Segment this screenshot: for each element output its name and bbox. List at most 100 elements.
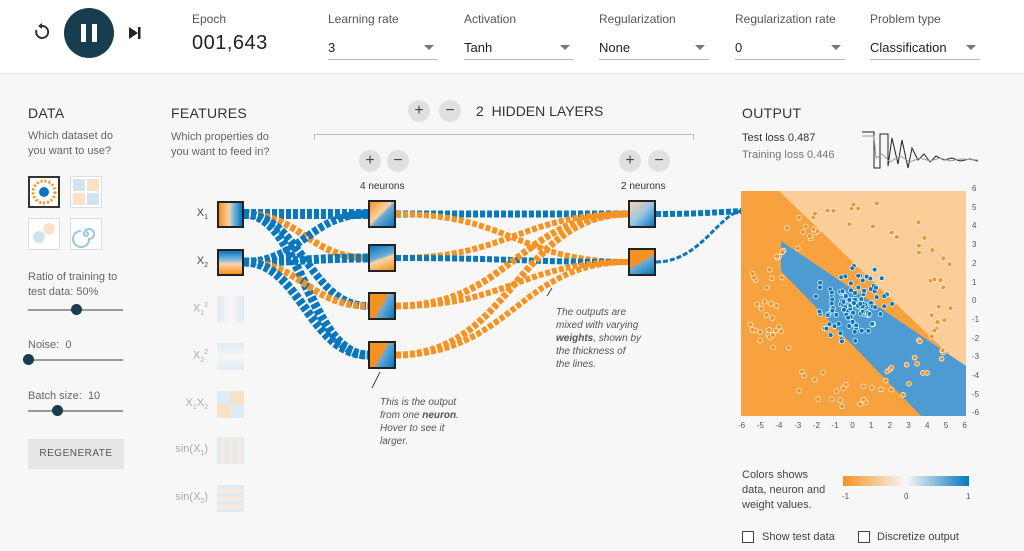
orange-data-point (947, 305, 954, 311)
orange-data-point (941, 317, 948, 323)
training-loss: Training loss 0.446 (742, 148, 835, 163)
test-loss-line (862, 131, 979, 169)
blue-data-point (859, 328, 865, 334)
blue-data-point (841, 307, 847, 313)
orange-data-point (761, 299, 768, 305)
orange-data-point (773, 303, 780, 309)
x-tick-label: -2 (812, 421, 820, 430)
orange-data-point (812, 210, 818, 217)
orange-data-point (931, 327, 938, 334)
output-plot (741, 191, 966, 416)
blue-data-point (866, 311, 873, 317)
orange-data-point (878, 386, 884, 393)
orange-data-point (869, 384, 875, 391)
orange-data-point (888, 386, 894, 393)
blue-data-point (824, 312, 831, 318)
orange-data-point (846, 221, 853, 227)
blue-data-point (828, 300, 835, 307)
orange-data-point (757, 337, 763, 344)
orange-data-point (766, 327, 772, 333)
orange-data-point (778, 274, 785, 281)
blue-data-point (861, 287, 867, 294)
orange-data-point (840, 385, 847, 391)
orange-data-point (917, 338, 923, 345)
orange-data-point (770, 344, 776, 351)
blue-data-point (858, 296, 865, 302)
legend-tick-min: -1 (842, 492, 850, 501)
note2-pointer (546, 287, 553, 297)
neuron-l2-2[interactable] (628, 248, 656, 276)
orange-data-point (774, 253, 780, 260)
discretize-label: Discretize output (877, 531, 959, 543)
note1-pointer (371, 371, 381, 389)
neuron-l1-1[interactable] (368, 200, 396, 228)
neuron-l1-4[interactable] (368, 341, 396, 369)
weights-note: The outputs are mixed with varying weigh… (556, 306, 642, 371)
blue-data-point (848, 287, 854, 294)
orange-data-point (837, 397, 844, 403)
neuron-l1-3[interactable] (368, 292, 396, 320)
legend-tick-max: 1 (966, 492, 971, 501)
blue-data-point (855, 284, 862, 291)
orange-data-point (795, 245, 801, 252)
orange-data-point (889, 229, 895, 236)
orange-data-point (915, 219, 922, 225)
orange-data-point (850, 201, 857, 208)
neuron-l1-2[interactable] (368, 244, 396, 272)
weights-note-bold: weights (556, 333, 594, 344)
orange-data-point (796, 214, 802, 221)
color-legend-text: Colors shows data, neuron and weight val… (742, 469, 826, 511)
blue-data-point (827, 332, 834, 338)
blue-data-point (873, 284, 879, 291)
show-test-data-checkbox[interactable] (742, 531, 754, 543)
blue-data-point (829, 289, 835, 296)
training-loss-line (862, 135, 979, 163)
orange-data-point (769, 315, 776, 321)
blue-data-point (878, 275, 885, 282)
blue-data-point (850, 309, 856, 316)
blue-data-point (849, 319, 856, 325)
orange-data-point (796, 387, 802, 394)
orange-data-point (757, 329, 764, 335)
blue-data-point (826, 321, 833, 327)
blue-data-point (881, 303, 888, 310)
blue-data-point (857, 301, 864, 307)
blue-data-point (836, 321, 842, 327)
blue-data-point (846, 297, 853, 303)
blue-data-point (816, 308, 823, 315)
orange-data-point (937, 277, 944, 283)
orange-data-point (839, 403, 845, 409)
y-tick-label: 6 (972, 184, 977, 193)
orange-data-point (803, 223, 809, 230)
orange-data-point (929, 333, 935, 340)
neuron-note: This is the output from one neuron. Hove… (380, 396, 470, 448)
y-tick-label: 4 (972, 221, 977, 231)
blue-data-point (817, 279, 823, 286)
blue-data-point (849, 265, 855, 272)
blue-data-point (846, 323, 852, 329)
orange-data-point (934, 319, 941, 325)
orange-data-point (874, 200, 880, 207)
blue-data-point (840, 299, 847, 305)
blue-data-point (852, 338, 859, 344)
discretize-checkbox[interactable] (858, 531, 870, 543)
neuron-l2-1[interactable] (628, 200, 656, 228)
orange-data-point (820, 369, 826, 376)
test-loss: Test loss 0.487 (742, 131, 815, 146)
legend-tick-mid: 0 (904, 492, 909, 501)
orange-data-point (801, 372, 807, 379)
link-m1-out (655, 208, 743, 217)
training-loss-label: Training loss (742, 149, 804, 161)
output-title: OUTPUT (742, 105, 802, 121)
weights-note-text: The outputs are mixed with varying (556, 307, 639, 331)
orange-data-point (830, 208, 837, 214)
orange-data-point (767, 267, 773, 273)
neuron-note-bold: neuron (422, 410, 457, 421)
orange-data-point (857, 401, 863, 408)
blue-data-point (852, 329, 858, 335)
orange-data-point (938, 356, 945, 362)
blue-data-point (833, 312, 840, 318)
orange-data-point (749, 327, 756, 333)
orange-data-point (855, 205, 862, 212)
x-tick-label: -5 (756, 421, 764, 430)
